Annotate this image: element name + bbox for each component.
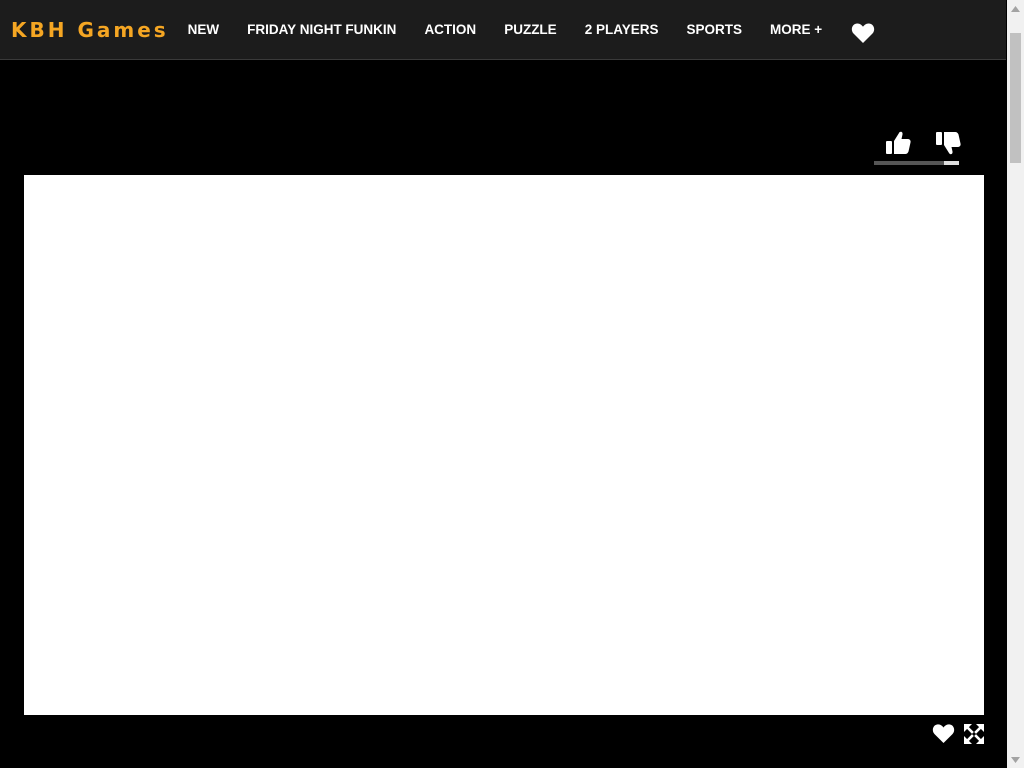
nav-item-new[interactable]: NEW <box>188 22 220 37</box>
rating-like-fill <box>874 161 944 165</box>
fullscreen-icon[interactable] <box>964 724 984 744</box>
thumbs-up-icon[interactable] <box>884 130 912 156</box>
favorite-heart-icon[interactable] <box>932 723 955 744</box>
nav-item-more[interactable]: MORE + <box>770 22 822 37</box>
nav-item-2-players[interactable]: 2 PLAYERS <box>585 22 659 37</box>
heart-icon[interactable] <box>851 22 875 44</box>
page: KBH Games NEW FRIDAY NIGHT FUNKIN ACTION… <box>0 0 1024 768</box>
nav-item-puzzle[interactable]: PUZZLE <box>504 22 557 37</box>
nav-item-action[interactable]: ACTION <box>424 22 476 37</box>
rating-bar <box>874 161 959 165</box>
nav-item-friday-night-funkin[interactable]: FRIDAY NIGHT FUNKIN <box>247 22 396 37</box>
game-frame[interactable] <box>24 175 984 715</box>
scrollbar-thumb[interactable] <box>1010 33 1021 163</box>
scroll-up-arrow-icon[interactable] <box>1007 0 1024 17</box>
scroll-down-arrow-icon[interactable] <box>1007 751 1024 768</box>
vertical-scrollbar[interactable] <box>1007 0 1024 768</box>
nav-item-sports[interactable]: SPORTS <box>686 22 742 37</box>
site-logo[interactable]: KBH Games <box>11 18 169 42</box>
top-navbar: KBH Games NEW FRIDAY NIGHT FUNKIN ACTION… <box>0 0 1006 60</box>
thumbs-down-icon[interactable] <box>934 130 962 156</box>
